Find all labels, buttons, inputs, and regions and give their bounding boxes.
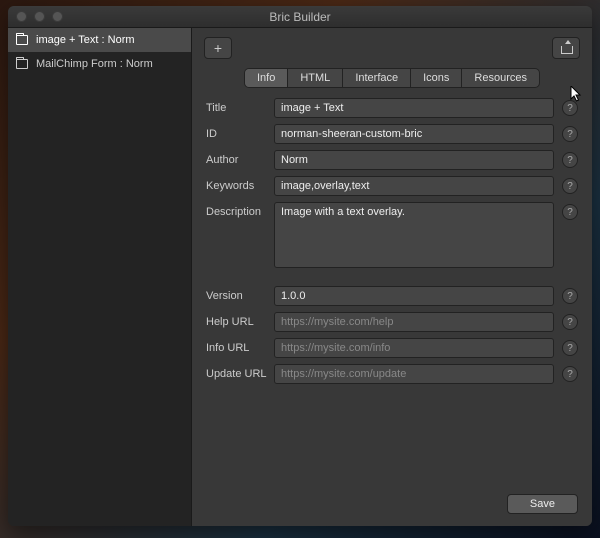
help-url-input[interactable]: https://mysite.com/help [274, 312, 554, 332]
plus-icon: + [214, 41, 222, 55]
help-url-label: Help URL [206, 312, 274, 328]
tab-html[interactable]: HTML [288, 69, 343, 87]
title-label: Title [206, 98, 274, 114]
window-title: Bric Builder [8, 10, 592, 24]
main-panel: + Info HTML Interface Icons Resources Ti… [192, 28, 592, 526]
help-icon[interactable]: ? [562, 340, 578, 356]
version-input[interactable]: 1.0.0 [274, 286, 554, 306]
toolbar: + [192, 28, 592, 68]
keywords-input[interactable]: image,overlay,text [274, 176, 554, 196]
share-button[interactable] [552, 37, 580, 59]
help-icon[interactable]: ? [562, 178, 578, 194]
id-label: ID [206, 124, 274, 140]
help-icon[interactable]: ? [562, 204, 578, 220]
footer: Save [192, 486, 592, 526]
title-input[interactable]: image + Text [274, 98, 554, 118]
update-url-input[interactable]: https://mysite.com/update [274, 364, 554, 384]
update-url-label: Update URL [206, 364, 274, 380]
segmented-control: Info HTML Interface Icons Resources [244, 68, 540, 88]
id-input[interactable]: norman-sheeran-custom-bric [274, 124, 554, 144]
sidebar-item-label: MailChimp Form : Norm [36, 58, 153, 70]
help-icon[interactable]: ? [562, 126, 578, 142]
share-icon [560, 42, 572, 54]
sidebar: image + Text : Norm MailChimp Form : Nor… [8, 28, 192, 526]
minimize-button[interactable] [34, 11, 45, 22]
tab-interface[interactable]: Interface [343, 69, 411, 87]
help-icon[interactable]: ? [562, 366, 578, 382]
info-url-label: Info URL [206, 338, 274, 354]
description-input[interactable]: Image with a text overlay. [274, 202, 554, 268]
info-url-input[interactable]: https://mysite.com/info [274, 338, 554, 358]
zoom-button[interactable] [52, 11, 63, 22]
folder-icon [16, 59, 28, 69]
app-window: Bric Builder image + Text : Norm MailChi… [8, 6, 592, 526]
info-form: Title image + Text ? ID norman-sheeran-c… [192, 98, 592, 486]
folder-icon [16, 35, 28, 45]
save-button[interactable]: Save [507, 494, 578, 514]
traffic-lights [16, 11, 63, 22]
tab-info[interactable]: Info [245, 69, 288, 87]
tab-resources[interactable]: Resources [462, 69, 539, 87]
description-label: Description [206, 202, 274, 218]
keywords-label: Keywords [206, 176, 274, 192]
tab-bar: Info HTML Interface Icons Resources [192, 68, 592, 88]
sidebar-item-mailchimp[interactable]: MailChimp Form : Norm [8, 52, 191, 76]
close-button[interactable] [16, 11, 27, 22]
author-label: Author [206, 150, 274, 166]
add-button[interactable]: + [204, 37, 232, 59]
help-icon[interactable]: ? [562, 288, 578, 304]
help-icon[interactable]: ? [562, 314, 578, 330]
help-icon[interactable]: ? [562, 100, 578, 116]
author-input[interactable]: Norm [274, 150, 554, 170]
tab-icons[interactable]: Icons [411, 69, 462, 87]
window-body: image + Text : Norm MailChimp Form : Nor… [8, 28, 592, 526]
version-label: Version [206, 286, 274, 302]
help-icon[interactable]: ? [562, 152, 578, 168]
sidebar-item-label: image + Text : Norm [36, 34, 135, 46]
titlebar[interactable]: Bric Builder [8, 6, 592, 28]
sidebar-item-image-text[interactable]: image + Text : Norm [8, 28, 191, 52]
